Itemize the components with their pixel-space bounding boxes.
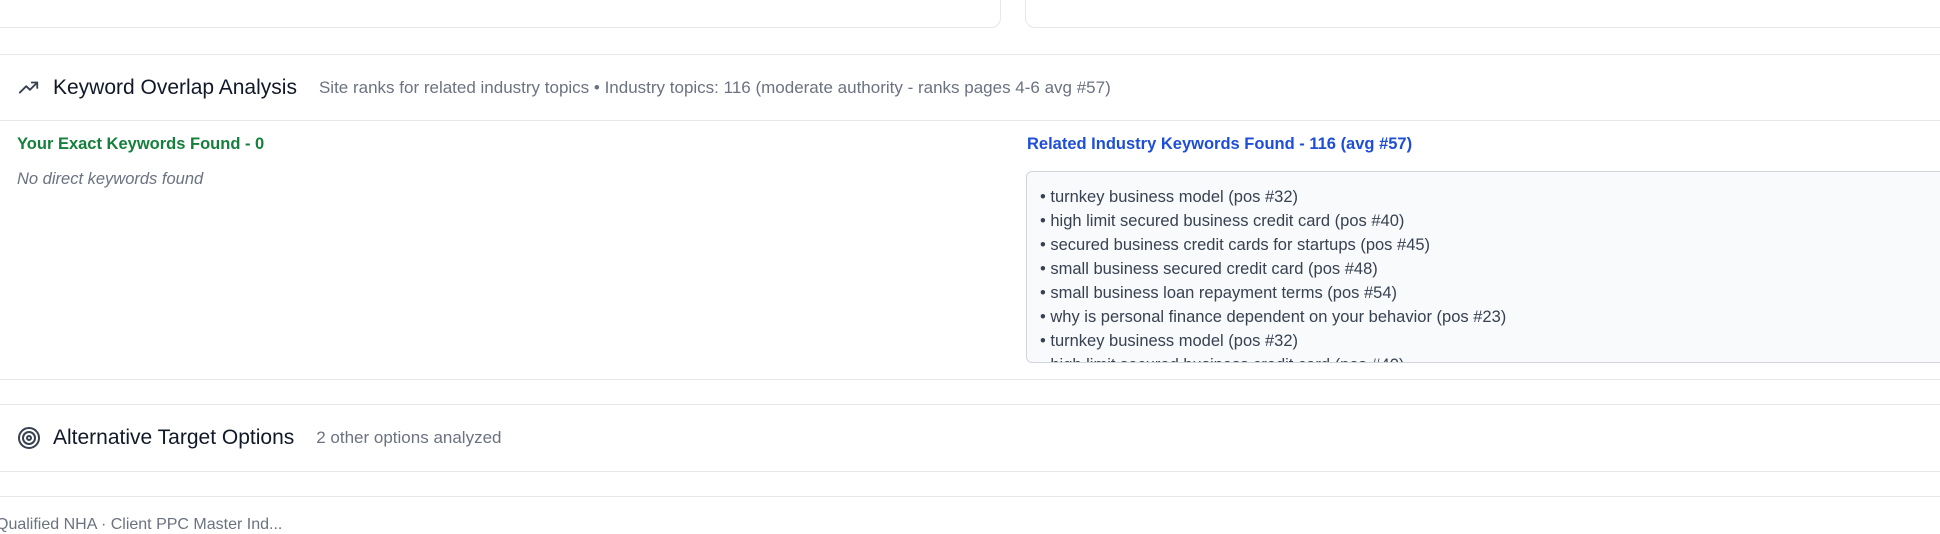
keyword-item: • high limit secured business credit car… <box>1040 212 1405 230</box>
section-divider <box>0 496 1940 497</box>
alternative-targets-title: Alternative Target Options <box>53 426 295 449</box>
target-icon <box>17 426 41 450</box>
keyword-overlap-card: Keyword Overlap Analysis Site ranks for … <box>0 54 1940 380</box>
keyword-overlap-subtitle: Site ranks for related industry topics •… <box>318 77 1111 97</box>
previous-card-left <box>0 0 1001 28</box>
keyword-item: • secured business credit cards for star… <box>1040 236 1431 254</box>
keyword-overlap-title: Keyword Overlap Analysis <box>53 75 297 99</box>
related-keywords-title: Related Industry Keywords Found - 116 (a… <box>1027 135 1413 153</box>
alternative-targets-subtitle: 2 other options analyzed <box>316 428 502 447</box>
keyword-item: • high limit secured business credit car… <box>1040 353 1940 362</box>
keyword-item: • small business secured credit card (po… <box>1040 260 1378 278</box>
exact-keywords-title: Your Exact Keywords Found - 0 <box>17 135 265 153</box>
trending-up-icon <box>17 76 41 100</box>
keyword-item: • turnkey business model (pos #32) <box>1040 188 1298 206</box>
no-keywords-message: No direct keywords found <box>17 170 204 188</box>
alternative-targets-card[interactable]: Alternative Target Options 2 other optio… <box>0 404 1940 472</box>
keyword-item: • turnkey business model (pos #32) <box>1040 332 1298 350</box>
keyword-item: • why is personal finance dependent on y… <box>1040 308 1507 326</box>
keyword-item: • small business loan repayment terms (p… <box>1040 284 1398 302</box>
exact-keywords-column: Your Exact Keywords Found - 0 No direct … <box>17 135 264 189</box>
previous-card-right <box>1025 0 1940 28</box>
related-keywords-column: Related Industry Keywords Found - 116 (a… <box>1027 135 1412 154</box>
related-keywords-list[interactable]: • turnkey business model (pos #32) • hig… <box>1026 171 1940 363</box>
keyword-overlap-header[interactable]: Keyword Overlap Analysis Site ranks for … <box>0 55 1940 121</box>
footer-text: Qualified NHA · Client PPC Master Ind... <box>0 516 283 533</box>
